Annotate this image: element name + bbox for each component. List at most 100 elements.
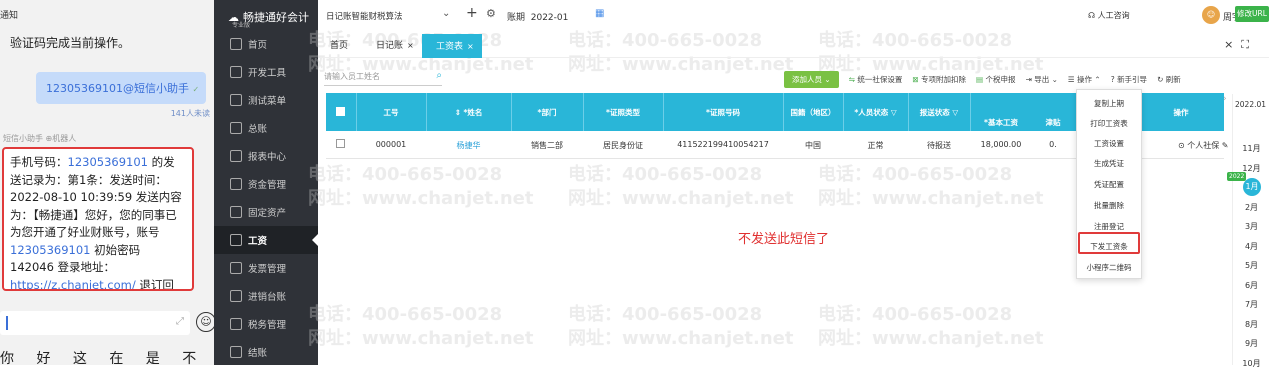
account-link[interactable]: 12305369101: [10, 243, 90, 257]
filter-icon[interactable]: ▽: [952, 108, 958, 117]
col-name[interactable]: ⇕ *姓名: [426, 107, 511, 118]
col-report[interactable]: 报送状态 ▽: [908, 107, 970, 118]
fullscreen-icon[interactable]: ⛶: [1241, 38, 1257, 51]
deduction-icon: ⊠: [912, 74, 919, 84]
dropdown-item[interactable]: 注册登记: [1077, 221, 1141, 232]
dropdown-item[interactable]: 生成凭证: [1077, 158, 1141, 169]
login-url-link[interactable]: https://z.chanjet.com/: [10, 278, 136, 290]
emoji-icon[interactable]: ☺: [196, 312, 214, 332]
support-button[interactable]: ☊ 人工咨询: [1088, 10, 1130, 21]
avatar[interactable]: ☺: [1202, 6, 1220, 24]
logo-edition: 专业版: [232, 22, 251, 29]
export-button[interactable]: ⇥ 导出 ⌄: [1026, 74, 1058, 85]
month-item[interactable]: 9月: [1233, 338, 1269, 349]
filter-icon[interactable]: ▽: [891, 108, 897, 117]
social-security-button[interactable]: ⇋ 统一社保设置: [849, 74, 903, 85]
chat-input[interactable]: ⤢: [0, 311, 190, 335]
close-icon[interactable]: ×: [1224, 38, 1241, 51]
add-person-button[interactable]: 添加人员 ⌄: [784, 70, 839, 88]
cell-nation[interactable]: 中国: [783, 140, 843, 151]
month-item[interactable]: 2月: [1233, 202, 1269, 213]
calendar-year[interactable]: 2022.01: [1235, 100, 1266, 109]
month-item[interactable]: 6月: [1233, 280, 1269, 291]
dropdown-item[interactable]: 复制上期: [1077, 98, 1141, 109]
close-icon[interactable]: ×: [407, 41, 414, 50]
cell-status[interactable]: 正常: [843, 140, 908, 151]
sidebar-item[interactable]: 测试菜单: [214, 86, 318, 114]
expand-icon[interactable]: ⤢: [176, 316, 184, 327]
calendar-icon[interactable]: ▦: [595, 8, 604, 19]
gear-icon[interactable]: ⚙: [486, 7, 496, 20]
guide-button[interactable]: ? 新手引导: [1111, 74, 1147, 85]
sidebar-item[interactable]: 首页: [214, 30, 318, 58]
col-status[interactable]: *人员状态 ▽: [843, 107, 908, 118]
tab-journal[interactable]: 日记账 ×: [376, 38, 414, 51]
chevron-down-icon[interactable]: ⌄: [442, 8, 450, 19]
social-link[interactable]: 个人社保: [1187, 141, 1219, 150]
sidebar-item[interactable]: 开发工具: [214, 58, 318, 86]
phone-link[interactable]: 12305369101: [68, 155, 148, 169]
month-current[interactable]: 1月: [1243, 178, 1261, 196]
col-dept[interactable]: *部门: [511, 107, 583, 118]
month-item[interactable]: 11月: [1233, 143, 1269, 154]
ime-candidates[interactable]: 你 好 这 在 是 不 一 今: [0, 348, 214, 365]
col-id-type[interactable]: *证照类型: [583, 107, 663, 118]
dropdown-item[interactable]: 小程序二维码: [1077, 262, 1141, 273]
operations-button[interactable]: ☰ 操作 ⌃: [1068, 74, 1101, 85]
sidebar-item[interactable]: 结账: [214, 338, 318, 366]
dropdown-item[interactable]: 凭证配置: [1077, 179, 1141, 190]
dropdown-item[interactable]: 工资设置: [1077, 138, 1141, 149]
window-controls[interactable]: ×⛶: [1224, 38, 1257, 52]
col-label: *人员状态: [854, 108, 889, 117]
refresh-button[interactable]: ↻ 刷新: [1157, 74, 1181, 85]
sidebar-item[interactable]: 进销台账: [214, 282, 318, 310]
col-nation[interactable]: 国籍（地区）: [783, 107, 843, 118]
deduction-button[interactable]: ⊠ 专项附加扣除: [912, 74, 966, 85]
cell-name[interactable]: 杨捷华: [426, 140, 511, 151]
sent-bubble[interactable]: 12305369101@短信小助手 ✓: [36, 72, 206, 104]
add-icon[interactable]: +: [466, 5, 478, 21]
unread-count[interactable]: 141人未读: [171, 108, 210, 119]
account-book-name[interactable]: 日记账智能财税算法: [326, 10, 403, 22]
sidebar-item[interactable]: 固定资产: [214, 198, 318, 226]
close-icon[interactable]: ×: [467, 42, 474, 51]
cell-salary[interactable]: 18,000.00: [970, 140, 1032, 149]
cell-allowance[interactable]: 0.: [1032, 140, 1074, 149]
sidebar-item-label: 总账: [248, 124, 268, 135]
month-item[interactable]: 3月: [1233, 221, 1269, 232]
sidebar-item[interactable]: 总账: [214, 114, 318, 142]
month-item[interactable]: 7月: [1233, 299, 1269, 310]
row-checkbox[interactable]: [336, 139, 345, 148]
col-salary[interactable]: *基本工资: [970, 117, 1032, 128]
sidebar-item[interactable]: 资金管理: [214, 170, 318, 198]
sidebar-item[interactable]: 发票管理: [214, 254, 318, 282]
col-id[interactable]: 工号: [356, 107, 426, 118]
month-item[interactable]: 4月: [1233, 241, 1269, 252]
tab-home[interactable]: 首页: [330, 38, 348, 51]
operations-dropdown: 复制上期 打印工资表 工资设置 生成凭证 凭证配置 批量删除 注册登记 下发工资条 小程序二维码: [1076, 89, 1142, 279]
col-allowance[interactable]: 津贴: [1032, 117, 1074, 128]
dropdown-item[interactable]: 打印工资表: [1077, 118, 1141, 129]
tab-payroll[interactable]: 工资表 ×: [422, 34, 482, 58]
search-icon[interactable]: ⌕: [436, 70, 442, 81]
month-item[interactable]: 5月: [1233, 260, 1269, 271]
sort-icon[interactable]: ⇕: [455, 108, 461, 117]
month-item[interactable]: 10月: [1233, 358, 1269, 369]
select-all-checkbox[interactable]: [336, 107, 345, 116]
cell-id-type[interactable]: 居民身份证: [583, 140, 663, 151]
sidebar-item[interactable]: 税务管理: [214, 310, 318, 338]
dropdown-item[interactable]: 批量删除: [1077, 200, 1141, 211]
edit-icon[interactable]: ✎: [1222, 141, 1229, 150]
col-id-no[interactable]: *证照号码: [663, 107, 783, 118]
read-tick-icon: ✓: [192, 85, 200, 94]
month-item[interactable]: 8月: [1233, 319, 1269, 330]
period[interactable]: 账期 2022-01: [507, 10, 568, 23]
cell-id-no[interactable]: 411522199410054217: [663, 140, 783, 149]
sidebar-item[interactable]: 报表中心: [214, 142, 318, 170]
cell-dept[interactable]: 销售二部: [511, 140, 583, 151]
employee-search-input[interactable]: 请输入员工姓名 ⌕: [324, 68, 442, 86]
view-icon[interactable]: ⊙: [1178, 141, 1185, 150]
tax-declare-button[interactable]: ▤ 个税申报: [976, 74, 1015, 85]
upgrade-button[interactable]: 修改URL: [1235, 6, 1269, 22]
sidebar-item[interactable]: 工资: [214, 226, 318, 254]
